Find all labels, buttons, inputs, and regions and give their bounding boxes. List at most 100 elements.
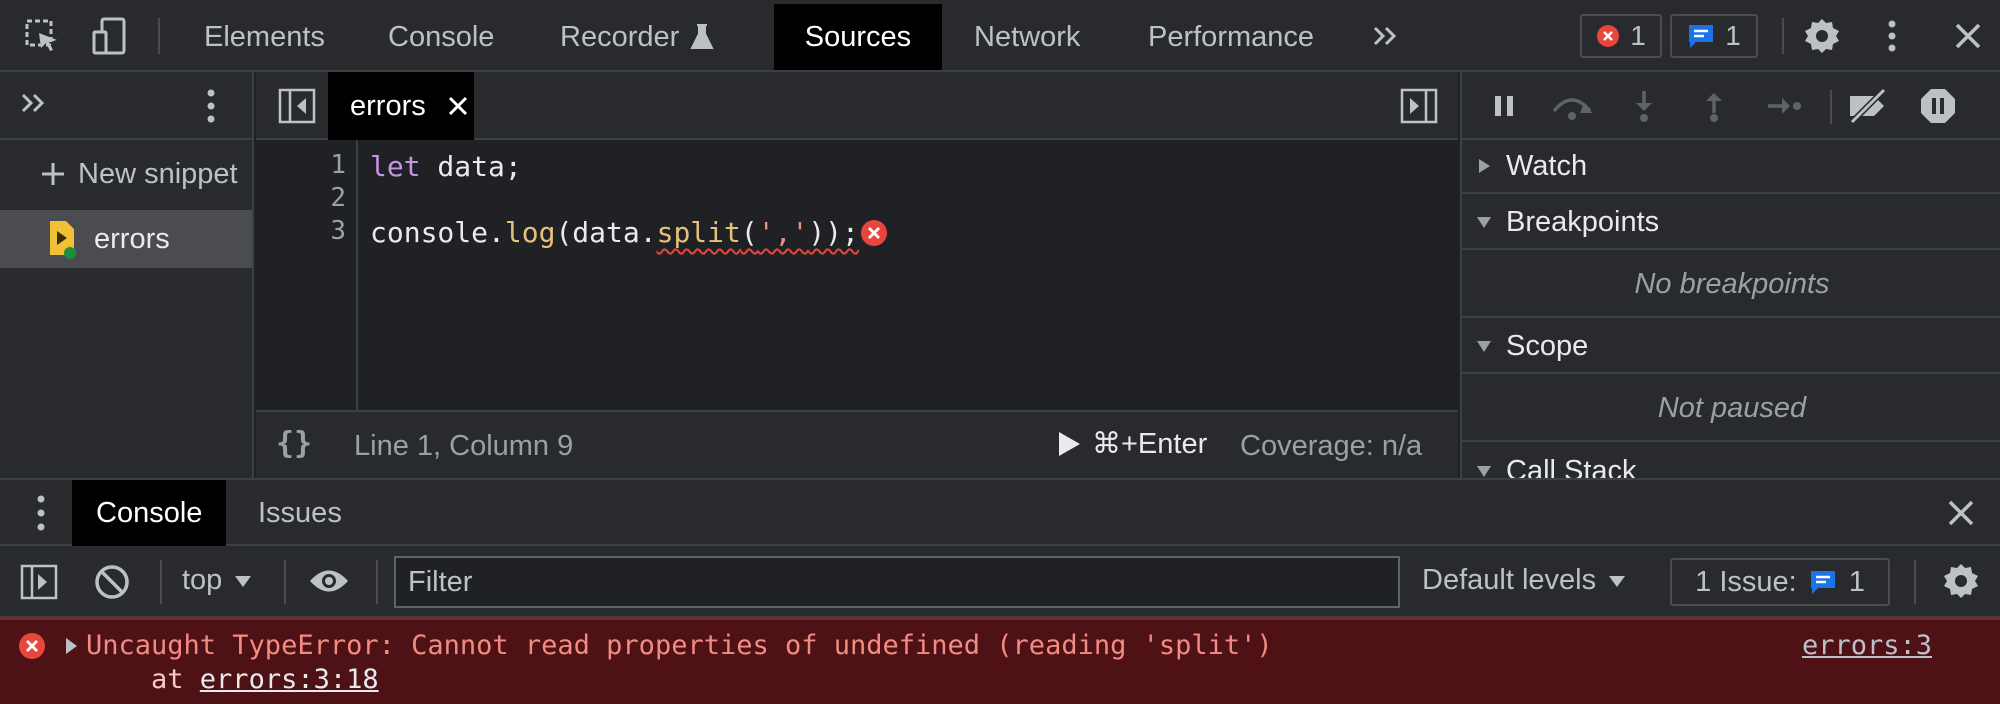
file-tab-errors[interactable]: errors [328, 72, 474, 140]
stack-location-link[interactable]: errors:3:18 [200, 664, 379, 695]
toggle-navigator-icon[interactable] [278, 88, 316, 124]
watch-pane-title: Watch [1506, 149, 1588, 182]
tab-recorder[interactable]: Recorder [538, 4, 737, 70]
deactivate-breakpoints-icon[interactable] [1846, 84, 1890, 128]
console-error-message: Uncaught TypeError: Cannot read properti… [0, 618, 2000, 704]
new-snippet-button[interactable]: New snippet [40, 154, 252, 194]
console-filter-input[interactable] [408, 565, 1398, 599]
snippets-navigator: New snippet errors [0, 72, 254, 478]
error-circle-icon [1596, 24, 1620, 48]
live-expression-eye-icon[interactable] [308, 566, 350, 596]
tab-network[interactable]: Network [952, 4, 1102, 70]
run-snippet-button[interactable]: ⌘+Enter [1056, 426, 1207, 461]
more-options-kebab-icon[interactable] [1870, 14, 1914, 58]
expand-navigator-chevron-icon[interactable] [20, 90, 48, 116]
tab-sources[interactable]: Sources [774, 4, 942, 70]
code-string: ',' [757, 216, 809, 249]
log-levels-label: Default levels [1422, 564, 1597, 596]
inspect-element-icon[interactable] [20, 14, 64, 58]
scope-pane-header[interactable]: Scope [1462, 320, 2000, 374]
scope-pane-title: Scope [1506, 329, 1589, 362]
dropdown-triangle-icon [1608, 574, 1626, 588]
step-into-icon[interactable] [1622, 84, 1666, 128]
expand-error-triangle-icon[interactable] [64, 637, 78, 655]
code-text: console. [370, 216, 505, 249]
code-keyword: let [370, 150, 421, 183]
drawer-tab-issues[interactable]: Issues [234, 480, 366, 546]
console-toolbar: top Default levels 1 Issue: 1 [0, 546, 2000, 618]
drawer-tab-console[interactable]: Console [72, 480, 227, 546]
snippet-item-errors[interactable]: errors [0, 210, 252, 268]
clear-console-icon[interactable] [94, 564, 130, 600]
debugger-toolbar [1462, 72, 2000, 140]
navigator-menu-kebab-icon[interactable] [206, 88, 216, 124]
expand-triangle-icon [1462, 158, 1506, 174]
debugger-sidebar: Watch Breakpoints No breakpoints Scope N… [1460, 72, 2000, 478]
step-over-icon[interactable] [1550, 84, 1594, 128]
error-message-text: Uncaught TypeError: Cannot read properti… [86, 630, 1273, 661]
message-bubble-icon [1687, 23, 1715, 49]
coverage-status: Coverage: n/a [1240, 430, 1423, 462]
tab-console[interactable]: Console [366, 4, 516, 70]
snippet-file-icon [48, 219, 76, 259]
device-toolbar-icon[interactable] [88, 14, 132, 58]
message-bubble-icon [1809, 569, 1837, 595]
context-selector-value: top [182, 564, 223, 596]
message-count-badge[interactable]: 1 [1670, 14, 1758, 58]
toggle-debugger-icon[interactable] [1400, 88, 1438, 124]
watch-pane-header[interactable]: Watch [1462, 140, 2000, 194]
pause-icon[interactable] [1482, 84, 1526, 128]
dropdown-triangle-icon [234, 574, 252, 588]
more-tabs-chevron-icon[interactable] [1364, 14, 1408, 58]
code-text: )); [808, 216, 859, 249]
tab-elements[interactable]: Elements [182, 4, 347, 70]
pause-on-exceptions-icon[interactable] [1916, 84, 1960, 128]
navigator-header [0, 72, 252, 140]
close-tab-icon[interactable] [448, 96, 468, 116]
call-stack-pane-title: Call Stack [1506, 454, 1637, 479]
error-count-badge[interactable]: 1 [1580, 14, 1662, 58]
plus-icon [40, 161, 66, 187]
breakpoints-pane-title: Breakpoints [1506, 205, 1660, 238]
show-console-sidebar-icon[interactable] [20, 564, 58, 600]
main-toolbar: Elements Console Recorder Sources Networ… [0, 0, 2000, 72]
step-icon[interactable] [1762, 84, 1806, 128]
console-filter-field[interactable] [394, 556, 1400, 608]
close-devtools-icon[interactable] [1946, 14, 1990, 58]
code-text: data; [420, 150, 522, 183]
pretty-print-icon[interactable]: {} [276, 426, 312, 461]
error-stack-line: at errors:3:18 [86, 664, 379, 695]
call-stack-pane-header[interactable]: Call Stack [1462, 444, 2000, 478]
drawer-menu-kebab-icon[interactable] [36, 494, 46, 532]
code-editor[interactable]: 1 2 3 let data; console.log(data.split('… [256, 140, 1458, 410]
snippet-item-label: errors [94, 222, 170, 255]
step-out-icon[interactable] [1692, 84, 1736, 128]
issues-count-button[interactable]: 1 Issue: 1 [1670, 558, 1890, 606]
code-text: (data. [555, 216, 657, 249]
close-drawer-icon[interactable] [1948, 500, 1974, 526]
code-line-1: let data; [370, 150, 522, 183]
settings-gear-icon[interactable] [1800, 14, 1844, 58]
line-number-gutter: 1 2 3 [256, 140, 358, 410]
breakpoints-pane-header[interactable]: Breakpoints [1462, 196, 2000, 250]
breakpoints-empty-message: No breakpoints [1462, 252, 2000, 318]
tab-performance[interactable]: Performance [1126, 4, 1336, 70]
error-circle-icon [18, 632, 46, 660]
scope-empty-message: Not paused [1462, 376, 2000, 442]
line-number: 2 [330, 183, 346, 213]
log-levels-dropdown[interactable]: Default levels [1422, 564, 1626, 597]
editor-status-bar: {} Line 1, Column 9 ⌘+Enter Coverage: n/… [256, 410, 1458, 478]
editor-tab-bar: errors [256, 72, 1458, 140]
tab-recorder-label: Recorder [560, 20, 680, 53]
issues-label: 1 Issue: [1695, 565, 1797, 598]
issues-count: 1 [1848, 565, 1865, 598]
console-settings-gear-icon[interactable] [1942, 562, 1980, 600]
error-source-link[interactable]: errors:3 [1802, 630, 1932, 661]
play-icon [1056, 430, 1082, 458]
context-selector[interactable]: top [182, 564, 252, 597]
line-number: 3 [330, 216, 346, 246]
code-method: log [504, 216, 556, 249]
stack-prefix: at [86, 664, 200, 695]
cursor-position: Line 1, Column 9 [354, 430, 574, 462]
inline-error-icon[interactable] [860, 219, 888, 247]
